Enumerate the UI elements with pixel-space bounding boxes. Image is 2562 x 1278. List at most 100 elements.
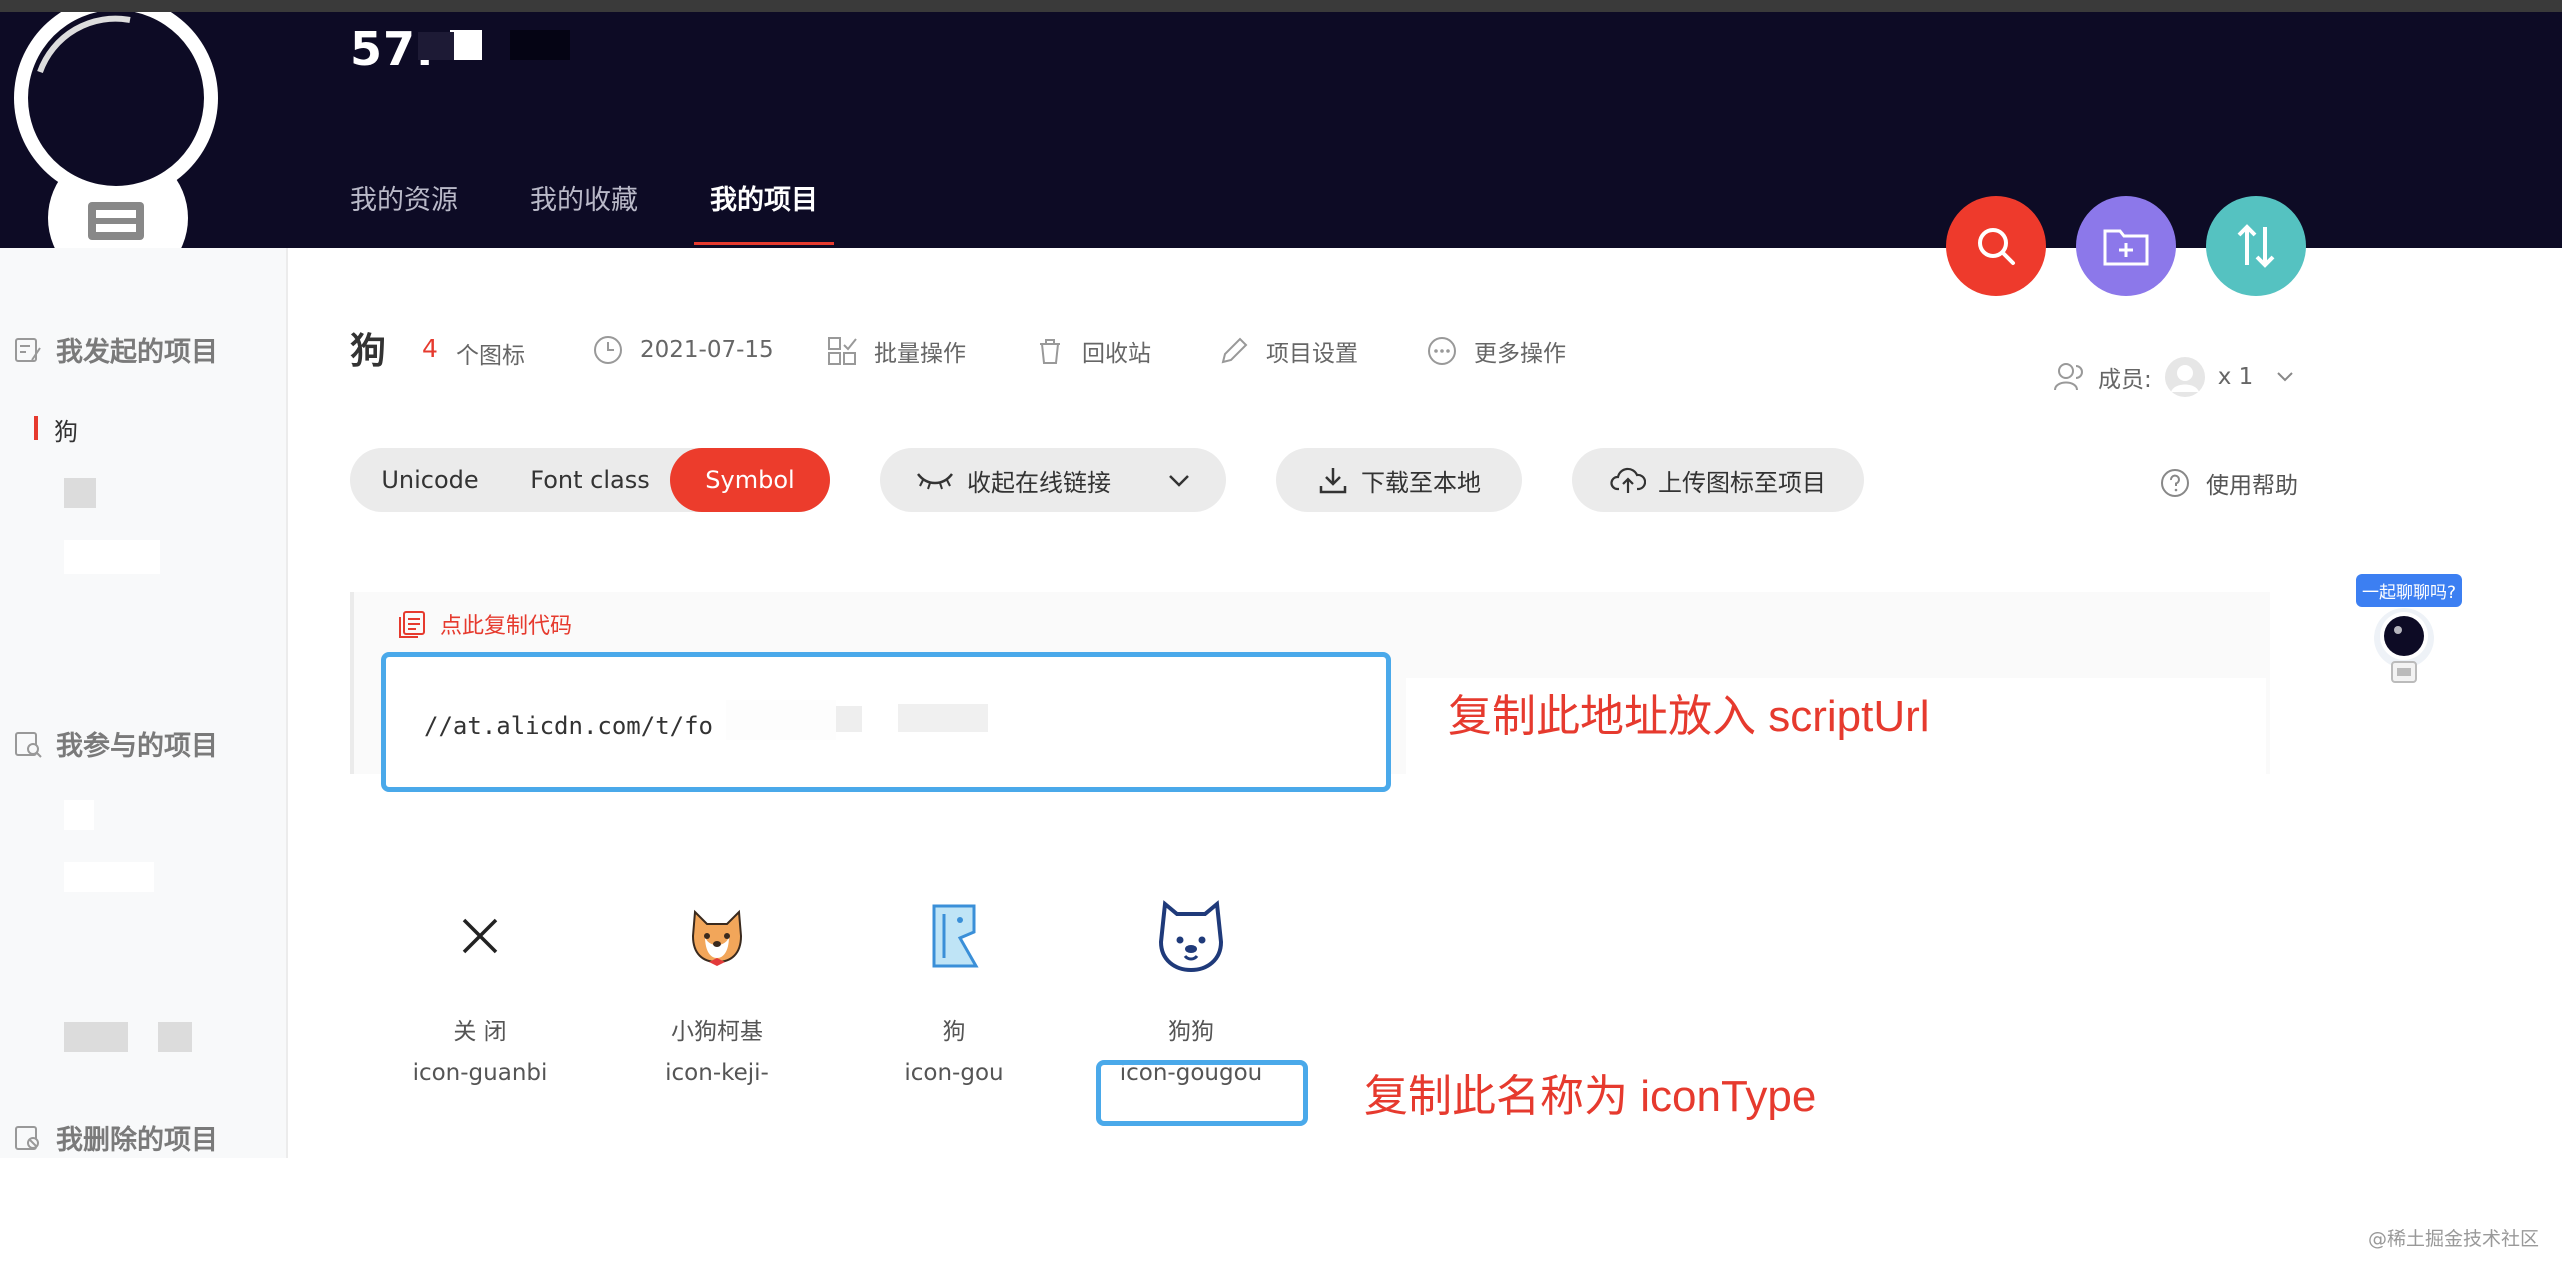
masked-url-2 — [836, 706, 862, 732]
more-actions-button[interactable]: 更多操作 — [1426, 334, 1566, 368]
masked-url-3 — [898, 704, 988, 732]
copy-code-label: 点此复制代码 — [440, 614, 573, 639]
avatar[interactable] — [0, 12, 240, 248]
browser-top-strip — [0, 0, 2562, 12]
project-title: 狗 — [350, 331, 387, 372]
help-label: 使用帮助 — [2206, 473, 2298, 499]
icon-code: icon-keji- — [665, 1060, 769, 1086]
masked-joined-4 — [158, 1022, 192, 1052]
project-settings-button[interactable]: 项目设置 — [1218, 334, 1358, 368]
dog-outline-icon-glyph — [932, 904, 979, 968]
sidebar-item-dog-label: 狗 — [54, 418, 78, 446]
project-sidebar — [0, 248, 288, 1158]
collapse-online-link-button[interactable]: 收起在线链接 — [880, 448, 1226, 512]
mode-unicode[interactable]: Unicode — [350, 448, 510, 512]
project-date: 2021-07-15 — [592, 334, 774, 366]
icon-card-keji[interactable]: 小狗柯基 icon-keji- — [617, 896, 817, 1086]
icon-card-gougou[interactable]: 狗狗 icon-gougou — [1091, 896, 1291, 1086]
member-avatar-icon — [2164, 357, 2205, 397]
project-settings-label: 项目设置 — [1266, 341, 1358, 367]
icon-code: icon-gou — [904, 1060, 1004, 1086]
trash-icon — [1040, 339, 1060, 364]
deleted-doc-icon — [15, 1125, 39, 1150]
collapse-online-link-label: 收起在线链接 — [967, 468, 1111, 497]
dog-face-icon-glyph — [1158, 900, 1224, 973]
tab-my-projects[interactable]: 我的项目 — [694, 178, 834, 245]
close-icon-glyph — [462, 918, 498, 954]
members-icon — [2054, 363, 2083, 391]
folder-add-icon — [2103, 229, 2149, 266]
chevron-down-icon — [2277, 372, 2294, 382]
corgi-icon-glyph — [691, 909, 743, 966]
sidebar-deleted-label: 我删除的项目 — [56, 1125, 218, 1156]
dog-face-icon — [1151, 896, 1231, 976]
tab-my-resources[interactable]: 我的资源 — [350, 178, 458, 217]
download-icon — [1319, 468, 1347, 494]
download-local-button[interactable]: 下载至本地 — [1276, 448, 1522, 512]
icon-count: 4 — [422, 334, 438, 363]
masked-username-2 — [418, 32, 454, 60]
watermark: @稀土掘金技术社区 — [2368, 1228, 2540, 1250]
project-date-text: 2021-07-15 — [640, 337, 774, 363]
batch-operations-button[interactable]: 批量操作 — [826, 334, 966, 368]
icon-label: 狗 — [942, 1019, 966, 1045]
search-icon — [1978, 228, 2015, 265]
sidebar-joined-heading[interactable]: 我参与的项目 — [12, 724, 218, 763]
copy-doc-icon — [399, 611, 425, 638]
chevron-down-icon — [1169, 475, 1189, 487]
masked-project-1 — [64, 478, 96, 508]
mode-font-class[interactable]: Font class — [510, 448, 670, 512]
masked-joined-2 — [64, 862, 154, 892]
members-label: 成员: — [2098, 367, 2152, 393]
astronaut-avatar-icon — [14, 12, 218, 248]
masked-joined-3 — [64, 1022, 128, 1052]
cloud-upload-icon — [1610, 467, 1646, 493]
dog-outline-icon — [914, 896, 994, 976]
members-dropdown[interactable]: 成员: x 1 — [2052, 356, 2295, 398]
sidebar-deleted-heading[interactable]: 我删除的项目 — [12, 1118, 218, 1157]
sort-arrows-icon — [2237, 224, 2275, 268]
edit-doc-icon — [15, 337, 41, 362]
grid-icon — [828, 337, 857, 365]
icon-label: 狗狗 — [1168, 1019, 1214, 1045]
copy-code-link[interactable]: 点此复制代码 — [396, 608, 572, 640]
script-url-text[interactable]: //at.alicdn.com/t/fo — [424, 712, 713, 740]
download-local-label: 下载至本地 — [1361, 468, 1481, 497]
recycle-bin-button[interactable]: 回收站 — [1034, 334, 1151, 368]
recycle-bin-label: 回收站 — [1082, 341, 1151, 367]
annotation-icon-type: 复制此名称为 iconType — [1364, 1072, 1817, 1121]
sort-button[interactable] — [2206, 196, 2306, 296]
sidebar-item-dog[interactable]: 狗 — [34, 412, 78, 447]
icon-label: 小狗柯基 — [671, 1019, 763, 1045]
icon-count-label: 个图标 — [456, 343, 525, 369]
mode-symbol[interactable]: Symbol — [670, 448, 830, 512]
icon-label: 关 闭 — [453, 1019, 507, 1045]
profile-nav: 我的资源 我的收藏 我的项目 — [350, 178, 890, 245]
pencil-icon — [1221, 337, 1248, 364]
help-circle-icon — [2161, 469, 2189, 497]
icon-card-gou[interactable]: 狗 icon-gou — [854, 896, 1054, 1086]
icon-card-guanbi[interactable]: 关 闭 icon-guanbi — [380, 896, 580, 1086]
upload-icons-button[interactable]: 上传图标至项目 — [1572, 448, 1864, 512]
search-doc-icon — [15, 731, 42, 758]
search-button[interactable] — [1946, 196, 2046, 296]
members-count: x 1 — [2217, 364, 2254, 390]
new-project-button[interactable] — [2076, 196, 2176, 296]
icon-type-highlight — [1096, 1060, 1308, 1126]
annotation-script-url: 复制此地址放入 scriptUrl — [1448, 692, 1930, 741]
more-actions-label: 更多操作 — [1474, 341, 1566, 367]
tab-my-favorites[interactable]: 我的收藏 — [530, 178, 638, 217]
clock-icon — [594, 336, 622, 364]
more-dots-icon — [1428, 337, 1456, 365]
chat-prompt-bubble[interactable]: 一起聊聊吗? — [2356, 574, 2463, 607]
close-icon — [440, 896, 520, 976]
icon-code: icon-guanbi — [412, 1060, 548, 1086]
sidebar-started-heading[interactable]: 我发起的项目 — [12, 330, 218, 369]
masked-project-2 — [64, 540, 160, 574]
upload-icons-label: 上传图标至项目 — [1658, 468, 1826, 497]
sidebar-started-label: 我发起的项目 — [56, 337, 218, 368]
masked-username-3 — [510, 30, 570, 60]
batch-operations-label: 批量操作 — [874, 341, 966, 367]
help-link[interactable]: 使用帮助 — [2160, 466, 2298, 500]
sidebar-joined-label: 我参与的项目 — [56, 731, 218, 762]
